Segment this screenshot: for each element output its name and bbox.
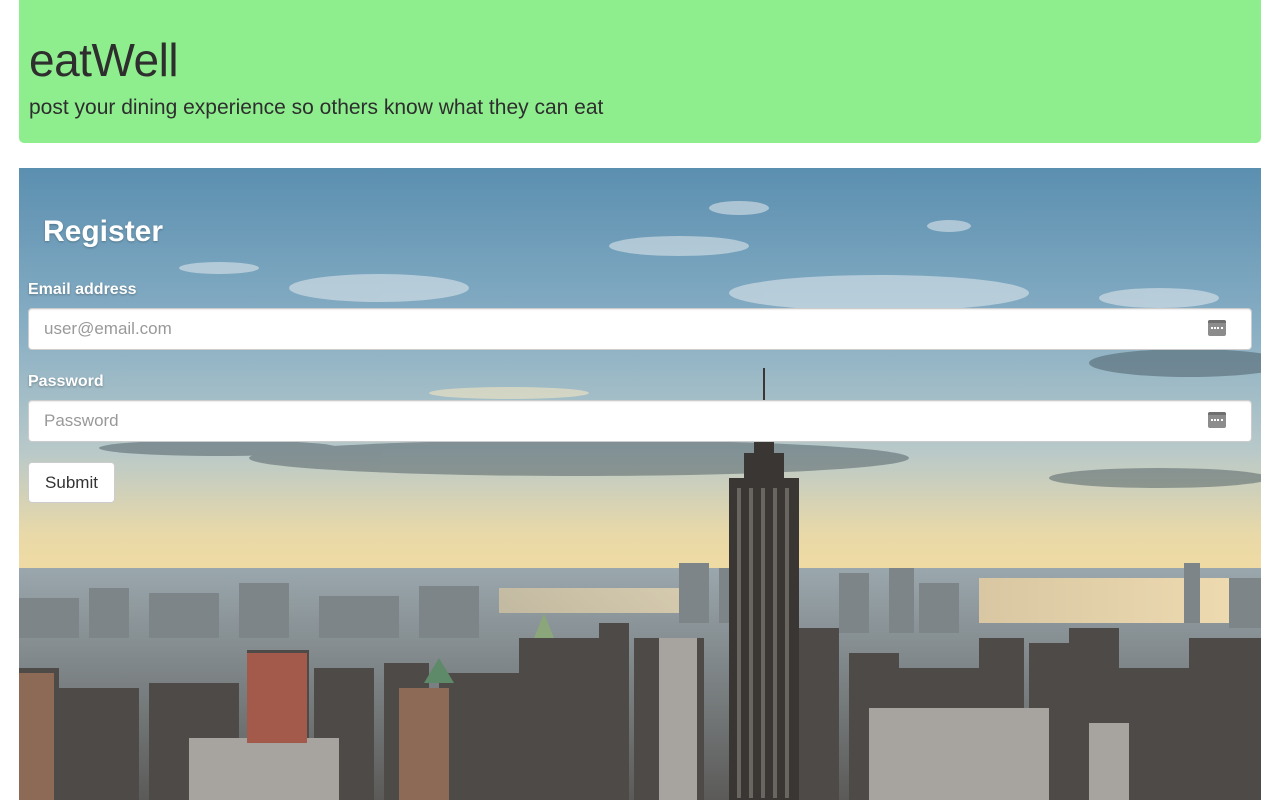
keychain-autofill-icon[interactable] <box>1208 320 1226 336</box>
city-skyline-background <box>19 168 1261 800</box>
tagline: post your dining experience so others kn… <box>29 96 604 119</box>
submit-button[interactable]: Submit <box>28 462 115 503</box>
email-label: Email address <box>28 281 137 298</box>
email-field[interactable] <box>28 308 1252 350</box>
password-label: Password <box>28 373 104 390</box>
register-title: Register <box>43 215 164 248</box>
keychain-autofill-icon[interactable] <box>1208 412 1226 428</box>
password-field[interactable] <box>28 400 1252 442</box>
register-section: Register Email address Password Submit <box>19 168 1261 800</box>
brand-title: eatWell <box>29 34 179 86</box>
header-banner: eatWell post your dining experience so o… <box>19 0 1261 143</box>
